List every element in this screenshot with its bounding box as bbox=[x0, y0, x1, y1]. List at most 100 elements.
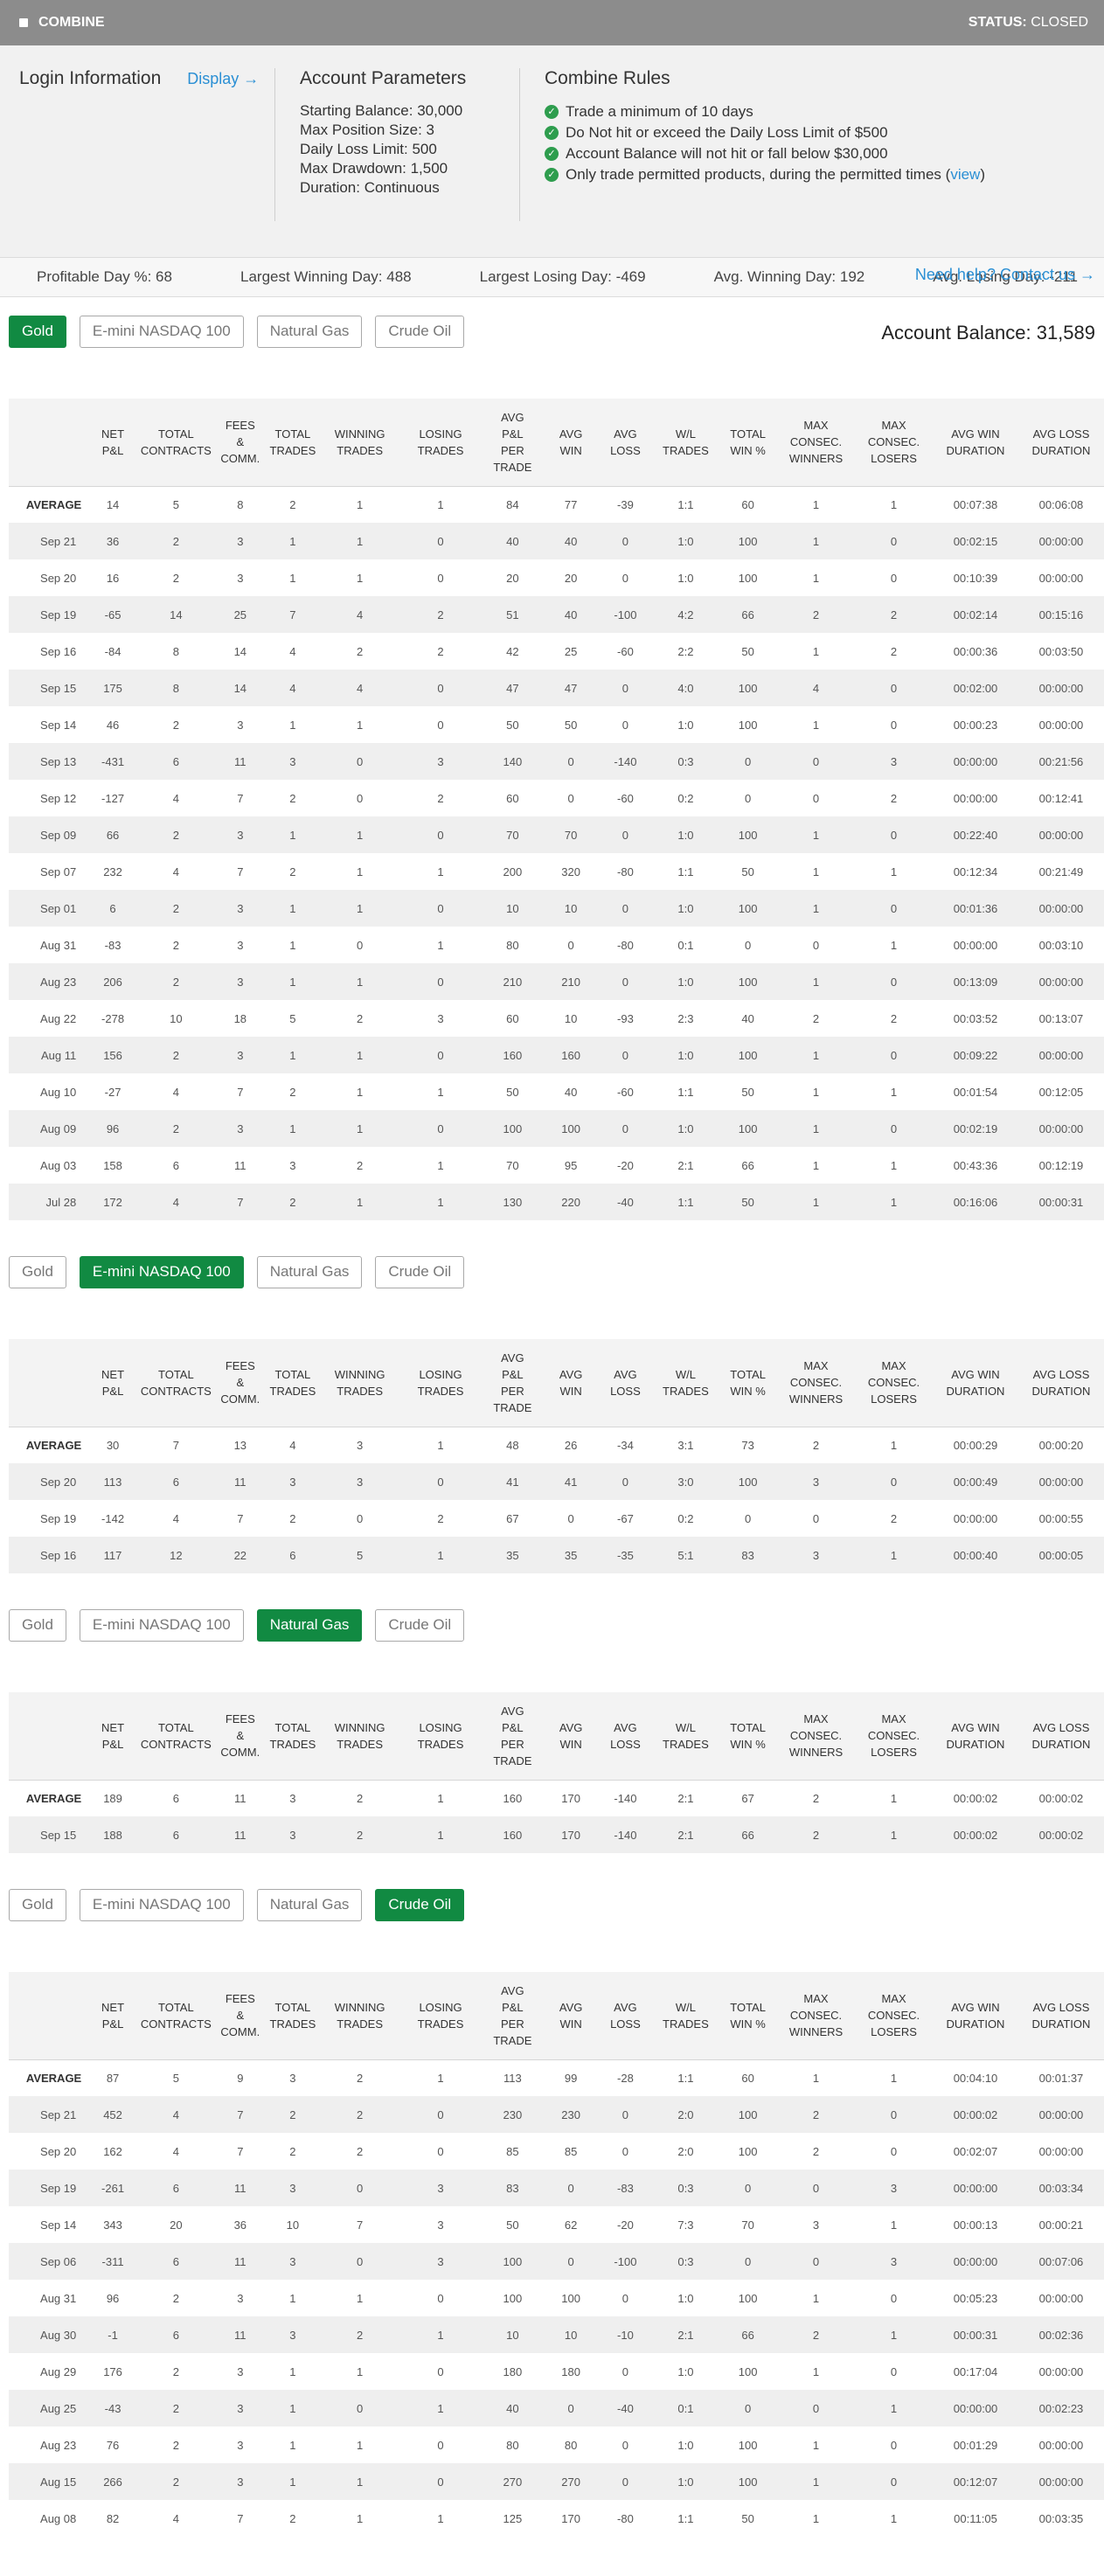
table-cell: 3 bbox=[237, 2364, 244, 2378]
table-cell: 2 bbox=[172, 534, 179, 548]
table-cell: 1 bbox=[812, 718, 820, 732]
tab-gold[interactable]: Gold bbox=[9, 1608, 66, 1642]
column-header: MAX CONSEC. LOSERS bbox=[855, 1339, 934, 1427]
tab-e-mini-nasdaq-100[interactable]: E-mini NASDAQ 100 bbox=[79, 315, 244, 348]
table-row: Sep 15 175 8 14 4 4 0 47 47 0 4:0 100 4 0 00:02:00 00:0… bbox=[9, 670, 1104, 706]
table-cell: -93 bbox=[617, 1011, 634, 1025]
table-cell: 3 bbox=[812, 1548, 820, 1562]
product-section: Gold E-mini NASDAQ 100 Natural Gas Crude Oi… bbox=[0, 1607, 1104, 1853]
table-cell: 5 bbox=[289, 1011, 296, 1025]
table-cell: 0 bbox=[745, 754, 752, 768]
table-cell: 0 bbox=[437, 1121, 444, 1135]
tab-gold[interactable]: Gold bbox=[9, 1888, 66, 1921]
table-cell: 00:09:22 bbox=[953, 1048, 998, 1062]
table-cell: 51 bbox=[506, 608, 519, 621]
table-cell: 100 bbox=[738, 2291, 758, 2305]
tab-gold[interactable]: Gold bbox=[9, 315, 66, 348]
table-cell: 1 bbox=[812, 2511, 820, 2525]
table-cell: 00:00:00 bbox=[953, 2401, 998, 2415]
table-cell: 83 bbox=[741, 1548, 754, 1562]
table-cell: 76 bbox=[106, 2438, 120, 2452]
tab-e-mini-nasdaq-100[interactable]: E-mini NASDAQ 100 bbox=[79, 1888, 244, 1921]
table-cell: 2 bbox=[357, 1158, 364, 1172]
table-cell: 1 bbox=[437, 2328, 444, 2342]
table-cell: 210 bbox=[503, 975, 523, 989]
tab-crude-oil[interactable]: Crude Oil bbox=[375, 315, 465, 348]
table-row: Sep 12 -127 4 7 2 0 2 60 0 -60 0:2 0 0 2 00:00:00 00:12… bbox=[9, 780, 1104, 816]
table-cell: 0 bbox=[812, 938, 820, 952]
table-cell: -60 bbox=[617, 644, 634, 658]
table-cell: 1 bbox=[890, 2218, 898, 2232]
tab-natural-gas[interactable]: Natural Gas bbox=[256, 1255, 363, 1288]
table-cell: 00:17:04 bbox=[953, 2364, 998, 2378]
table-cell: 00:00:02 bbox=[953, 1828, 998, 1842]
table-cell: 18 bbox=[233, 1011, 247, 1025]
table-cell: 00:00:00 bbox=[1038, 534, 1084, 548]
check-circle-icon: ✓ bbox=[545, 168, 559, 182]
tab-natural-gas[interactable]: Natural Gas bbox=[256, 1888, 363, 1921]
view-link[interactable]: view bbox=[950, 166, 980, 183]
table-cell: 00:00:21 bbox=[1038, 2218, 1084, 2232]
table-cell: -80 bbox=[617, 938, 634, 952]
table-cell: 160 bbox=[561, 1048, 580, 1062]
table-cell: 100 bbox=[738, 1121, 758, 1135]
table-cell: 1 bbox=[437, 1828, 444, 1842]
table-cell: 160 bbox=[503, 1791, 523, 1805]
tab-crude-oil[interactable]: Crude Oil bbox=[375, 1255, 465, 1288]
table-cell: 1 bbox=[437, 2071, 444, 2085]
table-cell: 0 bbox=[890, 718, 898, 732]
table-cell: 1 bbox=[437, 1158, 444, 1172]
table-cell: 1 bbox=[812, 2475, 820, 2489]
column-header: W/L TRADES bbox=[652, 399, 719, 487]
table-cell: 3 bbox=[237, 1048, 244, 1062]
table-cell: 3 bbox=[289, 1791, 296, 1805]
table-cell: 1:1 bbox=[677, 864, 694, 878]
table-cell: 0 bbox=[437, 2438, 444, 2452]
table-cell: 0 bbox=[890, 571, 898, 585]
table-cell: 00:11:05 bbox=[954, 2511, 997, 2525]
table-cell: 40 bbox=[506, 534, 519, 548]
table-cell: 10 bbox=[564, 901, 578, 915]
average-row: AVERAGE 30 7 13 4 3 1 48 26 -34 3:1 73 2 1 00:00:29 00:… bbox=[9, 1427, 1104, 1463]
display-link[interactable]: Display → bbox=[187, 70, 259, 88]
table-cell: 100 bbox=[738, 1475, 758, 1489]
table-cell: 4:2 bbox=[677, 608, 694, 621]
table-cell: 2 bbox=[812, 608, 820, 621]
table-cell: 10 bbox=[564, 1011, 578, 1025]
table-cell: 1 bbox=[289, 828, 296, 842]
tab-e-mini-nasdaq-100[interactable]: E-mini NASDAQ 100 bbox=[79, 1608, 244, 1642]
table-row: Aug 09 96 2 3 1 1 0 100 100 0 1:0 100 1 0 00:02:19 00:0… bbox=[9, 1110, 1104, 1147]
table-cell: 0 bbox=[890, 2144, 898, 2158]
table-cell: 00:00:00 bbox=[1038, 1475, 1084, 1489]
table-cell: 1 bbox=[289, 1048, 296, 1062]
table-cell: 2 bbox=[357, 2071, 364, 2085]
column-header: MAX CONSEC. WINNERS bbox=[777, 399, 856, 487]
tab-crude-oil[interactable]: Crude Oil bbox=[375, 1888, 465, 1921]
table-cell: 66 bbox=[741, 608, 754, 621]
column-header: AVG LOSS DURATION bbox=[1017, 1972, 1104, 2060]
table-cell: 4 bbox=[172, 2107, 179, 2121]
column-header: MAX CONSEC. WINNERS bbox=[777, 1972, 856, 2060]
table-cell: 20 bbox=[170, 2218, 183, 2232]
row-date: Aug 30 bbox=[40, 2328, 77, 2342]
table-row: Sep 15 188 6 11 3 2 1 160 170 -140 2:1 66 2 1 00:00:02… bbox=[9, 1816, 1104, 1853]
table-cell: 0 bbox=[621, 828, 629, 842]
tab-crude-oil[interactable]: Crude Oil bbox=[375, 1608, 465, 1642]
table-row: Sep 19 -261 6 11 3 0 3 83 0 -83 0:3 0 0 3 00:00:00 00:0… bbox=[9, 2170, 1104, 2206]
tab-natural-gas[interactable]: Natural Gas bbox=[256, 315, 363, 348]
column-header-date bbox=[9, 1339, 89, 1427]
column-header: AVG P&L PER TRADE bbox=[481, 399, 544, 487]
tab-e-mini-nasdaq-100[interactable]: E-mini NASDAQ 100 bbox=[79, 1255, 244, 1288]
table-cell: 00:00:02 bbox=[953, 1791, 998, 1805]
table-cell: 3 bbox=[289, 2328, 296, 2342]
contact-help-link[interactable]: Need help? Contact us → bbox=[915, 266, 1095, 284]
table-cell: 113 bbox=[503, 2071, 522, 2085]
tab-natural-gas[interactable]: Natural Gas bbox=[256, 1608, 363, 1642]
table-row: Sep 06 -311 6 11 3 0 3 100 0 -100 0:3 0 0 3 00:00:00 00… bbox=[9, 2243, 1104, 2280]
table-cell: 1 bbox=[890, 1548, 898, 1562]
column-header: NET P&L bbox=[88, 1692, 137, 1781]
tab-gold[interactable]: Gold bbox=[9, 1255, 66, 1288]
column-header: NET P&L bbox=[88, 1339, 137, 1427]
table-cell: 206 bbox=[103, 975, 122, 989]
table-cell: 10 bbox=[506, 2328, 519, 2342]
